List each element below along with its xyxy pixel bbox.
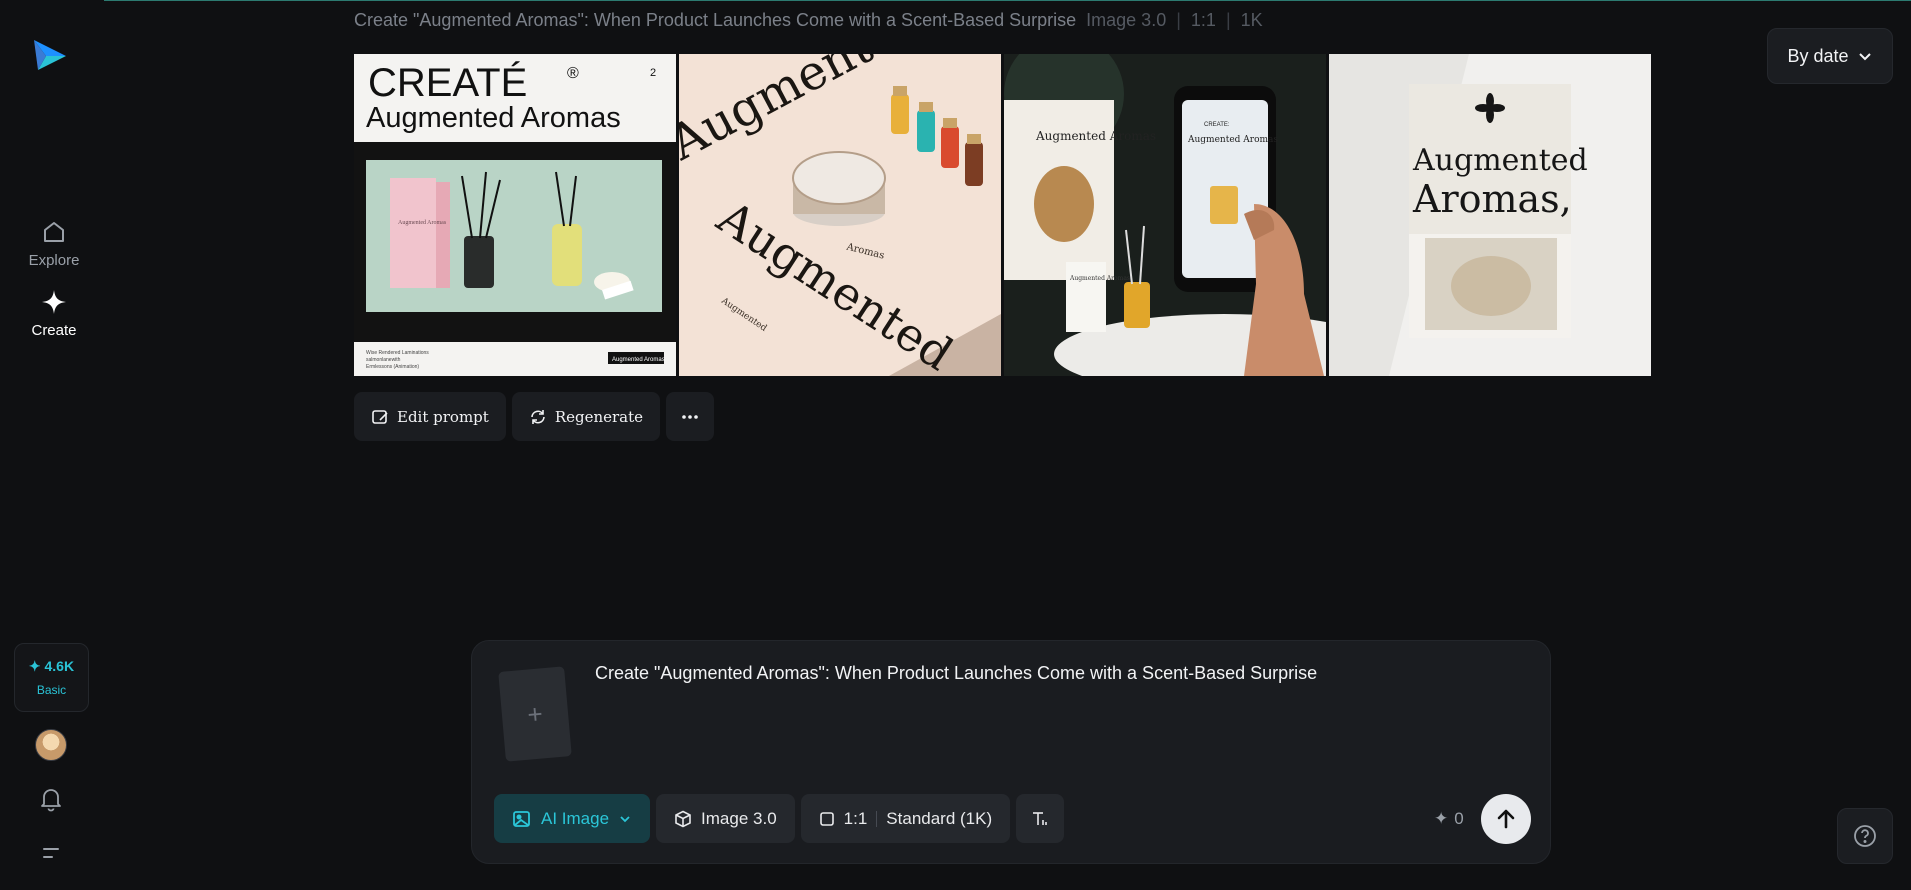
bell-icon[interactable] — [38, 786, 64, 817]
top-accent-line — [0, 0, 1911, 1]
image-text: Augmented Aromas — [398, 220, 447, 226]
divider: | — [1176, 10, 1181, 30]
text-format-icon — [1033, 811, 1047, 825]
regenerate-label: Regenerate — [554, 407, 644, 426]
credit-cost: ✦ 0 — [1434, 809, 1464, 829]
credits-value: ✦ 4.6K — [28, 658, 75, 674]
image-text: salmonlanewith — [366, 357, 401, 363]
sidebar-item-label: Create — [31, 322, 77, 339]
quality-label: Standard (1K) — [886, 808, 993, 828]
image-actions: Edit prompt Regenerate — [354, 392, 715, 441]
image-text: Augmented Aromas — [1069, 275, 1130, 282]
generation-title-row: Create "Augmented Aromas": When Product … — [354, 10, 1263, 31]
sidebar-item-create[interactable]: Create — [14, 288, 94, 339]
generated-image-2[interactable]: Augmented Augmented Aromas Augmented — [679, 54, 1001, 376]
model-label: Image 3.0 — [701, 808, 777, 828]
mode-select-ai-image[interactable]: AI Image — [494, 794, 651, 843]
image-text: Augmented Aromas — [612, 357, 665, 363]
generated-image-3[interactable]: Augmented Aromas Augmented Aromas CREATE… — [1004, 54, 1326, 376]
cost-icon: ✦ — [1434, 809, 1449, 828]
edit-icon — [372, 409, 388, 424]
edit-prompt-button[interactable]: Edit prompt — [354, 392, 506, 441]
generation-resolution: 1K — [1240, 10, 1263, 30]
generated-image-1[interactable]: CREATÉ ® 2 Augmented Aromas Augmented Ar… — [354, 54, 676, 376]
chevron-down-icon — [1858, 53, 1871, 61]
arrow-up-icon — [1497, 809, 1515, 829]
plus-icon: + — [526, 697, 544, 730]
generated-image-4[interactable]: Augmented Aromas, — [1329, 54, 1651, 376]
image-text: ® — [567, 65, 579, 82]
question-icon — [1854, 825, 1876, 847]
image-text: Augmented — [1412, 143, 1588, 178]
generated-image-grid: CREATÉ ® 2 Augmented Aromas Augmented Ar… — [354, 54, 1651, 376]
prompt-composer: + Create "Augmented Aromas": When Produc… — [471, 640, 1551, 864]
image-text: CREATÉ — [368, 60, 527, 105]
more-options-button[interactable] — [666, 392, 715, 441]
image-text: Augmented Aromas — [1187, 135, 1278, 145]
refresh-icon — [531, 409, 545, 424]
image-mode-icon — [513, 810, 530, 827]
text-style-button[interactable] — [1016, 794, 1065, 843]
sort-label: By date — [1787, 45, 1849, 66]
sidebar-item-explore[interactable]: Explore — [14, 218, 94, 269]
home-icon — [44, 222, 64, 242]
menu-icon[interactable] — [40, 843, 62, 868]
image-text: 2 — [650, 67, 656, 79]
credits-badge[interactable]: ✦ 4.6K Basic — [14, 643, 89, 712]
square-ratio-icon — [819, 811, 834, 826]
divider: | — [1225, 10, 1231, 30]
regenerate-button[interactable]: Regenerate — [511, 392, 661, 441]
generation-model: Image 3.0 — [1086, 10, 1167, 30]
send-button[interactable] — [1481, 794, 1531, 844]
aspect-quality-select[interactable]: 1:1 Standard (1K) — [800, 794, 1011, 843]
image-text: Wise Rendered Laminations — [366, 350, 429, 356]
avatar[interactable] — [35, 729, 67, 761]
cube-icon — [675, 810, 691, 827]
image-text: Ermlessons (Animation) — [366, 364, 419, 370]
cost-value: 0 — [1454, 809, 1464, 828]
generation-ratio: 1:1 — [1190, 10, 1216, 30]
sparkle-icon — [42, 290, 66, 314]
composer-toolbar: AI Image Image 3.0 1:1 Standard (1K) — [494, 794, 1065, 843]
plan-label: Basic — [36, 683, 67, 697]
prompt-input[interactable]: Create "Augmented Aromas": When Product … — [595, 663, 1317, 684]
image-text: Augmented Aromas — [1035, 129, 1156, 143]
model-select[interactable]: Image 3.0 — [656, 794, 795, 843]
help-button[interactable] — [1837, 808, 1893, 864]
sidebar-item-label: Explore — [28, 252, 80, 269]
add-reference-image-button[interactable]: + — [498, 666, 572, 762]
more-icon — [682, 414, 698, 419]
ratio-label: 1:1 — [843, 808, 868, 828]
sidebar: Explore Create ✦ 4.6K Basic — [0, 0, 104, 890]
divider — [876, 810, 878, 827]
image-text: Aromas, — [1412, 177, 1572, 221]
chevron-down-icon — [620, 815, 630, 822]
sort-by-date-dropdown[interactable]: By date — [1767, 28, 1893, 84]
mode-label: AI Image — [541, 808, 610, 828]
image-text: Augmented Aromas — [366, 102, 621, 134]
edit-prompt-label: Edit prompt — [397, 407, 489, 426]
generation-prompt-title: Create "Augmented Aromas": When Product … — [354, 10, 1077, 30]
image-text: CREATE: — [1204, 122, 1230, 128]
paper-plane-logo[interactable] — [32, 36, 68, 72]
